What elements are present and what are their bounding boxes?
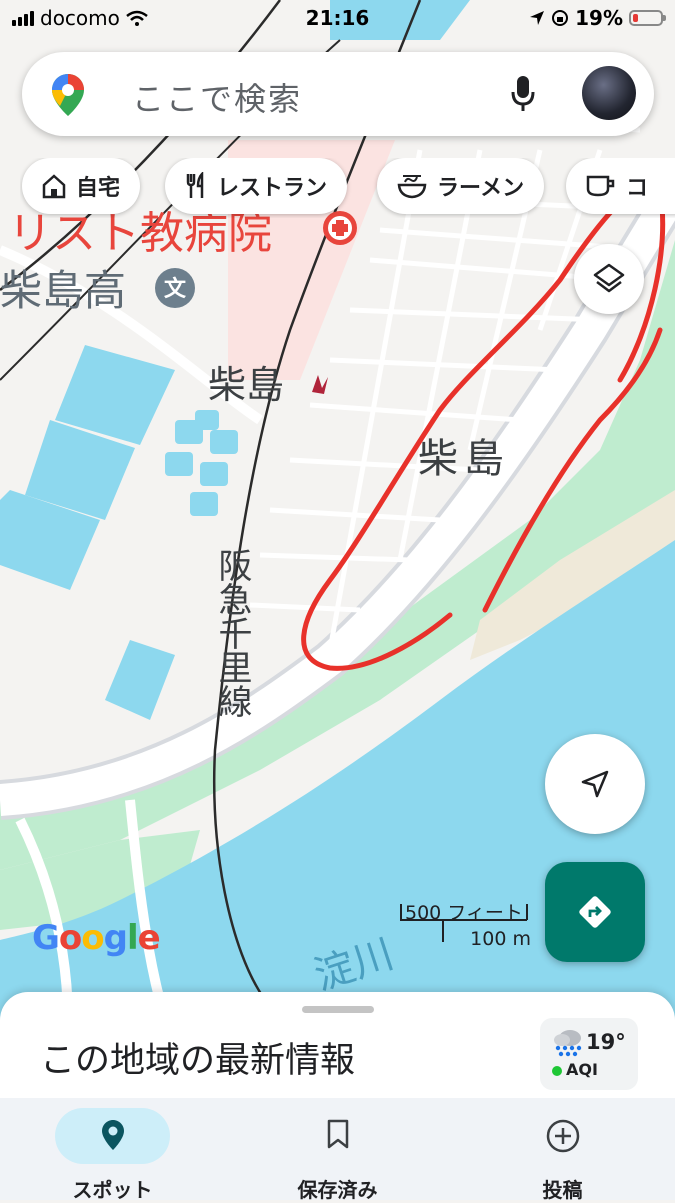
svg-text:文: 文 <box>164 276 187 302</box>
status-bar: docomo 21:16 19% <box>0 0 675 38</box>
nav-saved-label: 保存済み <box>297 1178 378 1202</box>
google-logo-letter: l <box>126 918 139 958</box>
school-label: 柴島高 <box>0 266 126 315</box>
google-logo-letter: e <box>137 918 161 958</box>
google-logo-letter: G <box>32 918 60 958</box>
nav-saved[interactable]: 保存済み <box>225 1098 450 1202</box>
rotation-lock-icon <box>552 10 569 26</box>
directions-button[interactable] <box>545 862 645 962</box>
coffee-icon <box>586 175 615 197</box>
scale-meters-label: 100 m <box>470 928 531 950</box>
layers-button[interactable] <box>574 244 644 314</box>
google-attribution: Google <box>32 918 161 958</box>
google-maps-logo-icon <box>52 74 84 116</box>
search-input[interactable]: ここで検索 <box>132 74 302 120</box>
aqi-status-dot <box>552 1066 562 1076</box>
home-icon <box>42 174 66 199</box>
battery-percentage: 19% <box>575 6 623 30</box>
station-label: 柴島 <box>208 363 284 407</box>
ramen-icon <box>397 175 427 199</box>
directions-icon <box>579 896 611 928</box>
category-chips: 自宅 レストラン ラーメン コ <box>20 158 675 218</box>
chip-restaurant[interactable]: レストラン <box>165 158 348 214</box>
sheet-drag-handle[interactable] <box>302 1006 374 1013</box>
district-label: 柴島 <box>418 436 510 482</box>
battery-level <box>633 14 638 22</box>
google-logo-letter: o <box>81 918 104 958</box>
chip-ramen-label: ラーメン <box>437 176 525 201</box>
bookmark-icon <box>327 1119 348 1149</box>
chip-coffee-label: コ <box>626 176 649 201</box>
add-circle-icon <box>546 1119 579 1153</box>
chip-home-label: 自宅 <box>76 176 121 201</box>
navigation-arrow-icon <box>581 770 609 798</box>
weather-widget[interactable]: 19° AQI <box>540 1018 638 1090</box>
account-avatar[interactable] <box>582 66 636 120</box>
school-marker: 文 <box>155 268 195 308</box>
scale-feet-label: 500 フィート <box>405 902 523 924</box>
aqi-label: AQI <box>566 1060 598 1079</box>
chip-restaurant-label: レストラン <box>217 176 328 201</box>
rail-line-label: 阪急千里線 <box>212 548 252 718</box>
nav-spot-label: スポット <box>72 1178 153 1202</box>
weather-temperature: 19° <box>586 1030 626 1054</box>
search-bar[interactable]: ここで検索 <box>22 52 654 136</box>
map-scale: 500 フィート 100 m <box>395 898 535 953</box>
google-logo-letter: g <box>103 918 128 958</box>
sheet-title: この地域の最新情報 <box>40 1041 356 1081</box>
nav-post[interactable]: 投稿 <box>450 1098 675 1202</box>
location-pin-icon <box>101 1120 124 1150</box>
nav-spot[interactable]: スポット <box>0 1098 225 1202</box>
bottom-navigation: スポット 保存済み 投稿 <box>0 1098 675 1202</box>
microphone-icon[interactable] <box>510 74 536 114</box>
battery-icon <box>629 10 666 26</box>
nav-post-label: 投稿 <box>542 1178 583 1202</box>
restaurant-icon <box>186 172 204 198</box>
chip-ramen[interactable]: ラーメン <box>377 158 545 214</box>
google-logo-letter: o <box>58 918 82 958</box>
chip-home[interactable]: 自宅 <box>22 158 141 214</box>
chip-coffee[interactable]: コ <box>566 158 675 214</box>
location-arrow-icon <box>530 11 545 25</box>
my-location-button[interactable] <box>545 734 645 834</box>
layers-icon <box>593 263 625 293</box>
rain-cloud-icon <box>554 1030 582 1057</box>
